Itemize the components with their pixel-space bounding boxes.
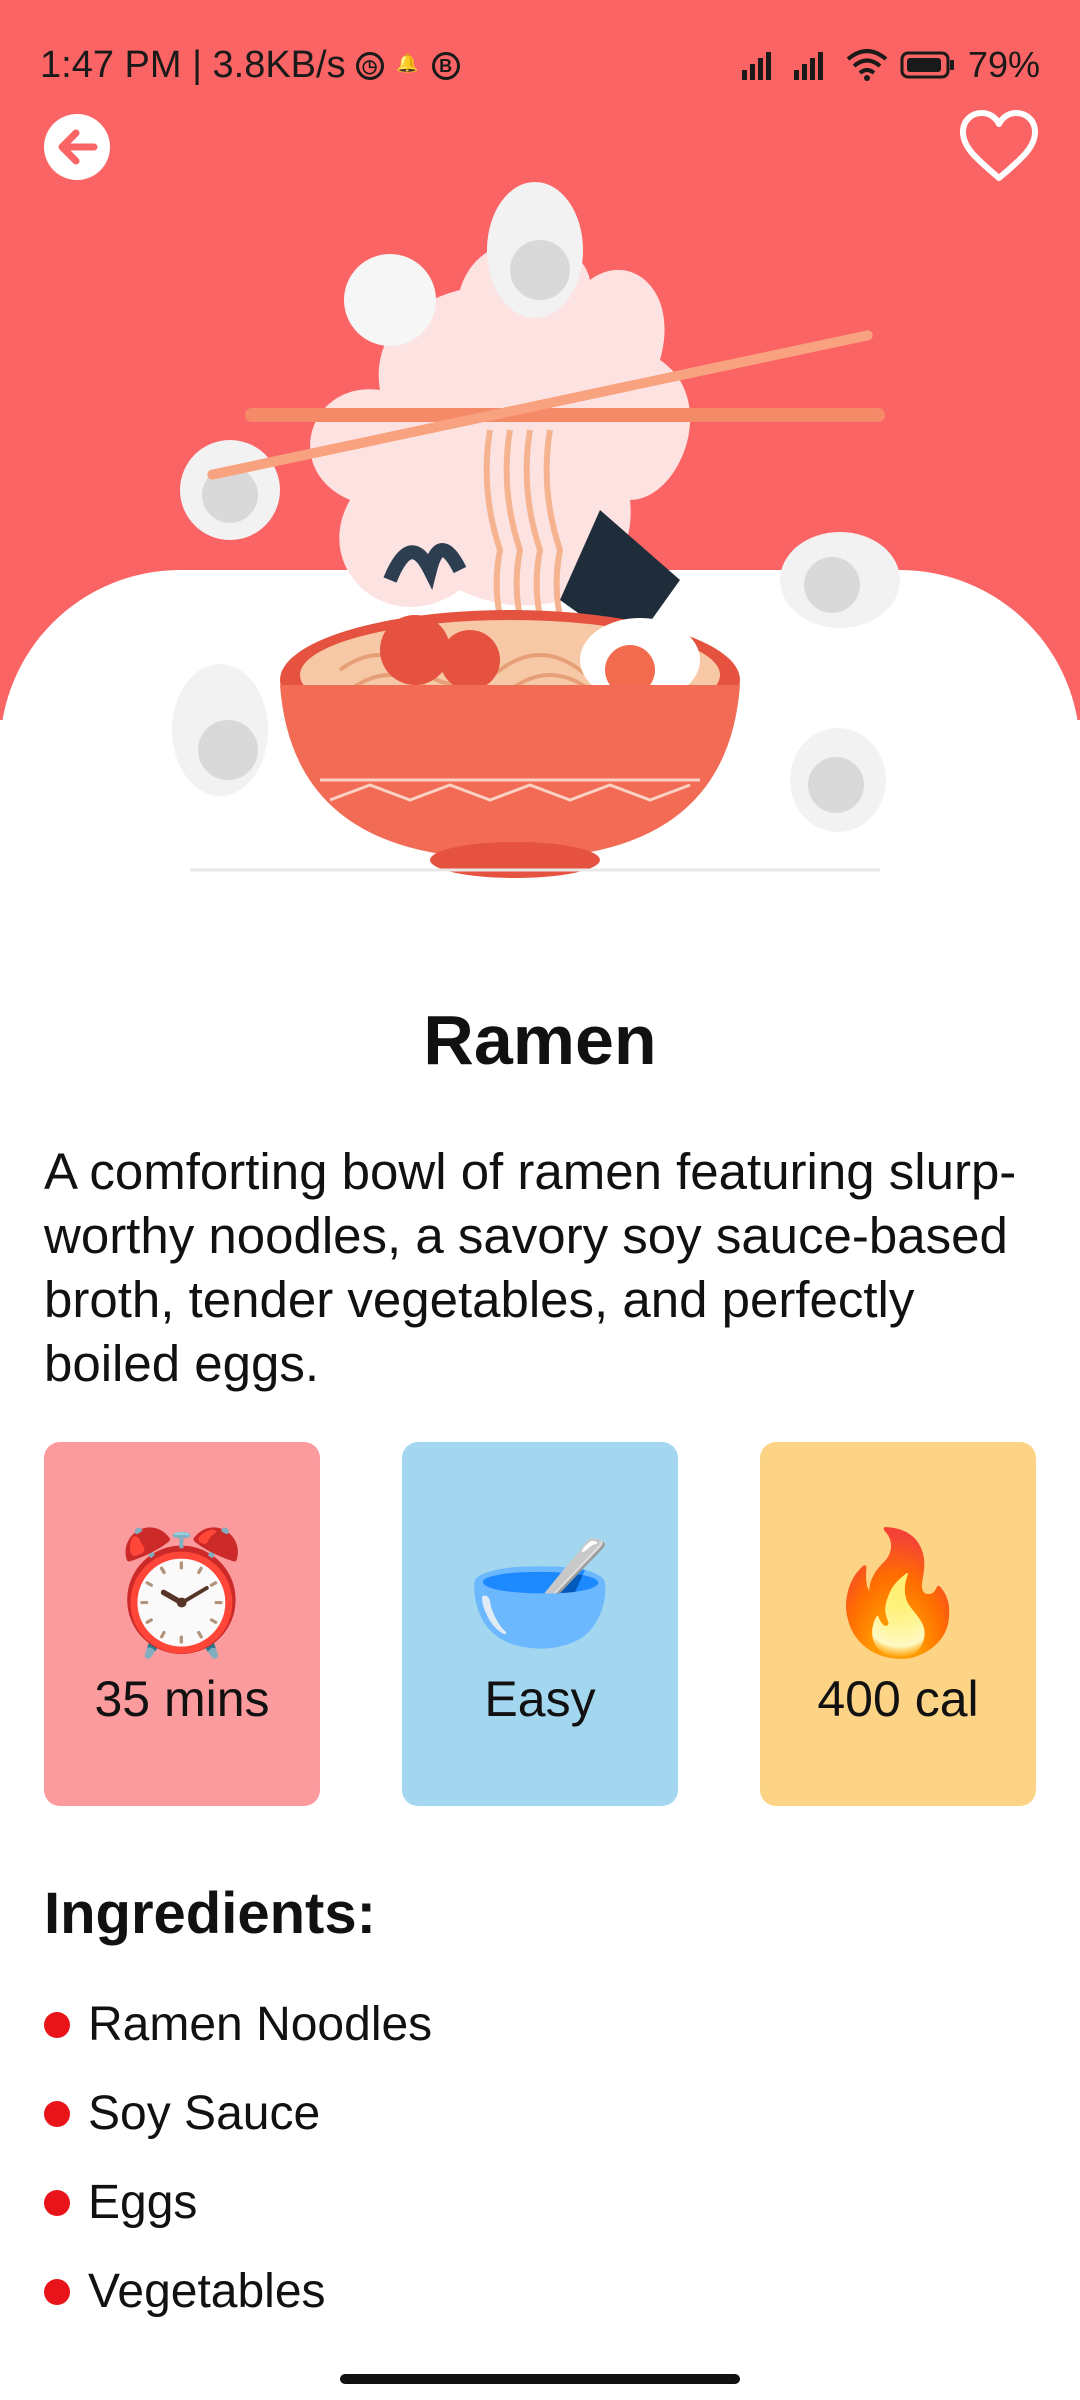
time-card: ⏰ 35 mins bbox=[44, 1442, 320, 1806]
ingredients-heading: Ingredients: bbox=[44, 1881, 376, 1946]
recipe-stats: ⏰ 35 mins 🥣 Easy 🔥 400 cal bbox=[44, 1442, 1036, 1808]
fire-icon: 🔥 bbox=[823, 1526, 973, 1660]
recipe-title: Ramen bbox=[423, 1001, 657, 1079]
list-item: Ramen Noodles bbox=[44, 1980, 432, 2069]
status-time: 1:47 PM | 3.8KB/s bbox=[40, 44, 346, 86]
battery-percent: 79% bbox=[967, 44, 1040, 85]
time-label: 35 mins bbox=[94, 1671, 270, 1727]
signal-icon bbox=[741, 52, 771, 80]
home-indicator[interactable] bbox=[340, 2374, 740, 2384]
difficulty-label: Easy bbox=[484, 1671, 596, 1727]
calories-card: 🔥 400 cal bbox=[760, 1442, 1036, 1806]
status-right: 79% bbox=[741, 44, 1040, 86]
list-item: Eggs bbox=[44, 2158, 432, 2247]
bowl-with-spoon-icon: 🥣 bbox=[465, 1526, 615, 1660]
ingredients-list: Ramen Noodles Soy Sauce Eggs Vegetables bbox=[44, 1980, 432, 2336]
wifi-icon bbox=[846, 49, 888, 81]
ingredient-label: Ramen Noodles bbox=[88, 1998, 433, 2051]
bullet-icon bbox=[44, 2278, 70, 2305]
calories-label: 400 cal bbox=[817, 1671, 979, 1727]
back-button[interactable] bbox=[44, 114, 110, 180]
ingredient-label: Soy Sauce bbox=[88, 2087, 321, 2140]
notification-status-icon: 🔔 bbox=[396, 52, 419, 73]
signal-icon-2 bbox=[793, 52, 823, 80]
difficulty-card: 🥣 Easy bbox=[402, 1442, 678, 1806]
status-bar: 1:47 PM | 3.8KB/s ◷ 🔔 B 79% bbox=[0, 0, 1080, 130]
b-app-status-icon: B bbox=[431, 51, 460, 80]
status-left: 1:47 PM | 3.8KB/s ◷ 🔔 B bbox=[40, 44, 460, 87]
ingredient-label: Eggs bbox=[88, 2176, 198, 2229]
bullet-icon bbox=[44, 2189, 70, 2216]
bullet-icon bbox=[44, 2011, 70, 2038]
heart-outline-icon bbox=[960, 110, 1038, 181]
list-item: Vegetables bbox=[44, 2247, 432, 2336]
ingredient-label: Vegetables bbox=[88, 2265, 326, 2318]
favorite-button[interactable] bbox=[958, 108, 1040, 184]
alarm-clock-icon: ⏰ bbox=[107, 1526, 257, 1660]
list-item: Soy Sauce bbox=[44, 2069, 432, 2158]
alarm-status-icon: ◷ bbox=[355, 51, 384, 80]
ramen-illustration bbox=[172, 182, 900, 878]
battery-icon bbox=[900, 51, 954, 79]
recipe-description: A comforting bowl of ramen featuring slu… bbox=[44, 1143, 1017, 1392]
arrow-left-icon bbox=[58, 129, 98, 165]
bullet-icon bbox=[44, 2100, 70, 2127]
